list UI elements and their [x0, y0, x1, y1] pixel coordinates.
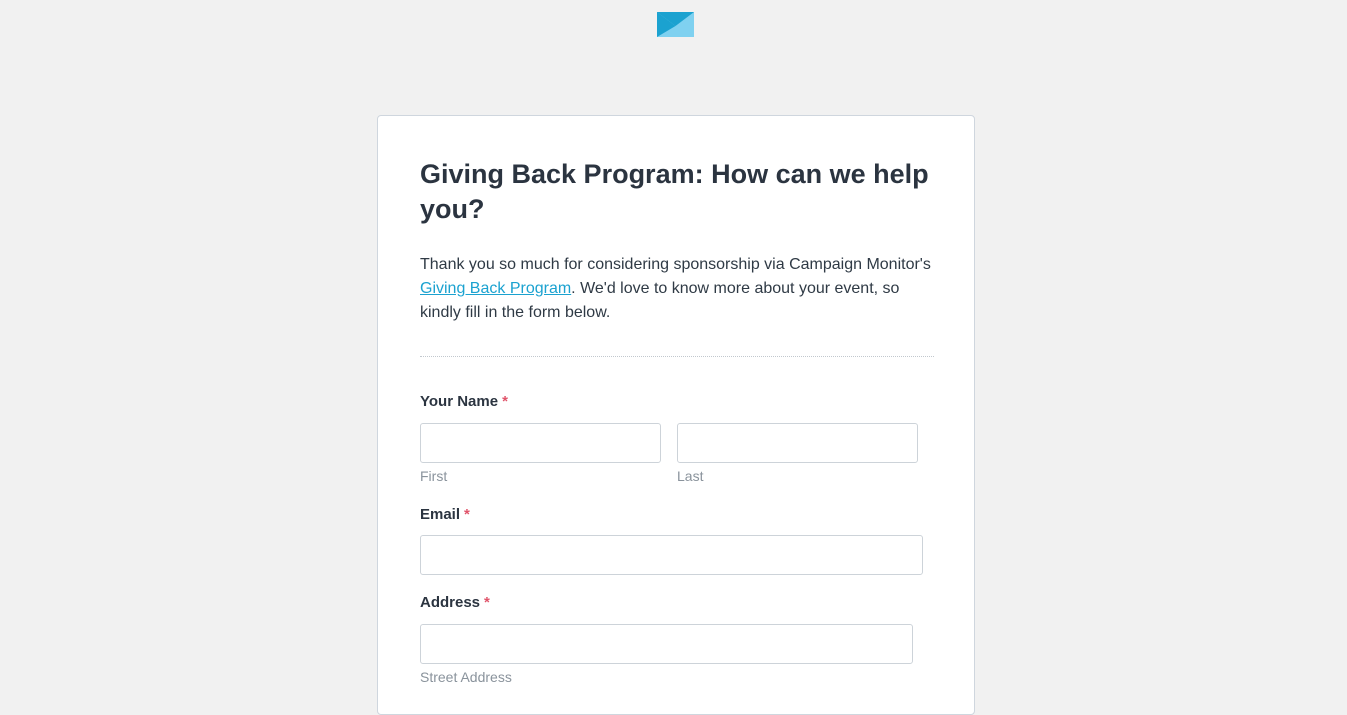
campaign-monitor-envelope-icon[interactable]	[657, 12, 694, 37]
your-name-label: Your Name *	[420, 393, 508, 410]
first-name-input[interactable]	[420, 423, 661, 463]
form-card: Giving Back Program: How can we help you…	[377, 115, 975, 715]
section-divider	[420, 356, 934, 357]
form-title: Giving Back Program: How can we help you…	[420, 159, 929, 224]
email-input[interactable]	[420, 535, 923, 575]
address-label-text: Address	[420, 594, 481, 611]
form-intro: Thank you so much for considering sponso…	[420, 253, 934, 325]
address-label: Address *	[420, 594, 490, 611]
email-label: Email *	[420, 506, 470, 523]
street-address-sublabel: Street Address	[420, 669, 512, 685]
last-name-sublabel: Last	[677, 468, 704, 484]
street-address-input[interactable]	[420, 624, 913, 664]
required-marker: *	[484, 594, 490, 611]
intro-text-before: Thank you so much for considering sponso…	[420, 256, 931, 273]
required-marker: *	[464, 506, 470, 523]
required-marker: *	[502, 393, 508, 410]
first-name-sublabel: First	[420, 468, 448, 484]
giving-back-program-link[interactable]: Giving Back Program	[420, 280, 571, 297]
email-label-text: Email	[420, 506, 461, 523]
last-name-input[interactable]	[677, 423, 918, 463]
your-name-label-text: Your Name	[420, 393, 499, 410]
